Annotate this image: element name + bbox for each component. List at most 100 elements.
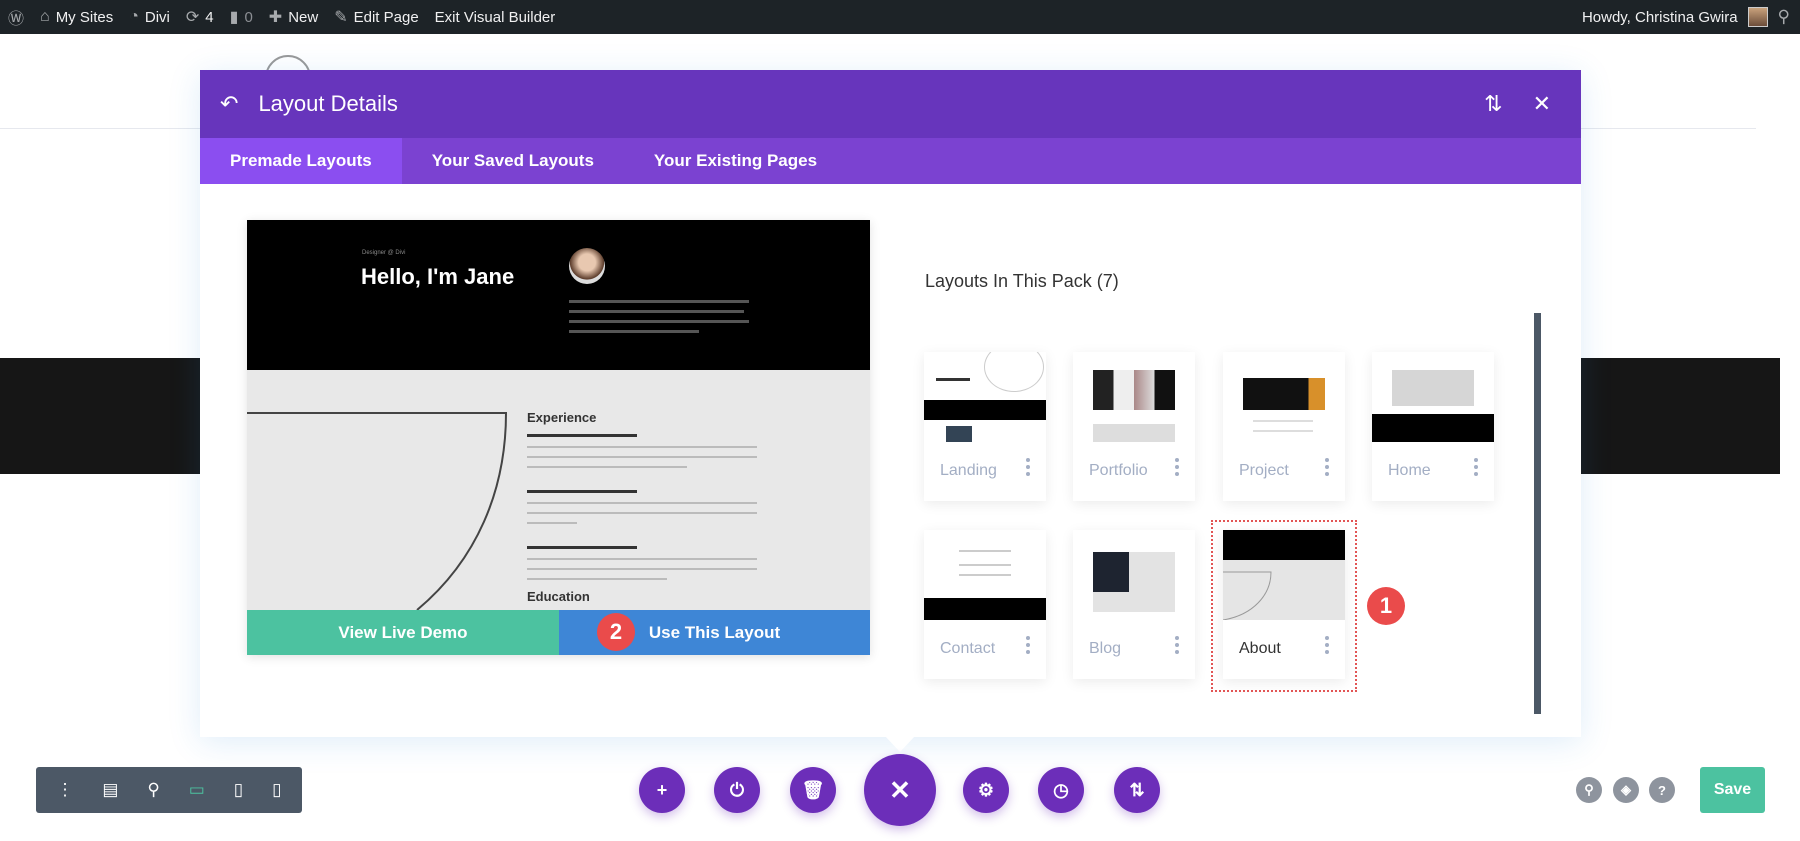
clock-icon: ◷	[1053, 779, 1069, 800]
layers-icon: ◈	[1621, 782, 1631, 797]
layout-card-label: Contact	[940, 640, 996, 657]
layers-button[interactable]: ◈	[1613, 777, 1639, 803]
phone-icon[interactable]: ▯	[272, 780, 281, 800]
use-this-layout-label: Use This Layout	[648, 622, 781, 642]
preview-text-line	[527, 568, 757, 570]
preview-text-line	[527, 446, 757, 448]
close-settings-button[interactable]: ✕	[864, 754, 936, 826]
close-icon[interactable]: ✕	[1533, 91, 1551, 117]
preview-education: Education	[527, 589, 590, 604]
wordpress-logo[interactable]: Ⓦ	[0, 0, 32, 34]
preview-text-line	[527, 512, 757, 514]
save-button[interactable]: Save	[1700, 767, 1765, 813]
preview-text-line	[527, 502, 757, 504]
search-icon[interactable]: ⚲	[1778, 7, 1790, 27]
wireframe-icon[interactable]: ▤	[102, 780, 118, 800]
my-sites-link[interactable]: ⌂ My Sites	[32, 0, 121, 34]
layout-thumbnail	[1073, 352, 1195, 442]
view-live-demo-button[interactable]: View Live Demo	[247, 610, 559, 655]
back-icon[interactable]: ↶	[220, 91, 238, 117]
search-icon: ⚲	[1584, 782, 1594, 797]
more-options-icon[interactable]	[1474, 458, 1478, 476]
zoom-icon[interactable]: ⚲	[147, 780, 159, 800]
more-options-icon[interactable]	[1175, 636, 1179, 654]
portability-arrows-button[interactable]: ⇅	[1114, 767, 1160, 813]
updates-link[interactable]: ⟳ 4	[178, 0, 222, 34]
tab-premade-layouts[interactable]: Premade Layouts	[200, 138, 402, 184]
desktop-icon[interactable]: ▭	[189, 780, 205, 800]
modal-tabs: Premade Layouts Your Saved Layouts Your …	[200, 138, 1581, 184]
more-options-icon[interactable]	[1175, 458, 1179, 476]
clear-layout-button[interactable]: 🗑	[790, 767, 836, 813]
gear-icon: ⚙	[977, 779, 995, 800]
tab-saved-layouts[interactable]: Your Saved Layouts	[402, 138, 624, 184]
layout-thumbnail	[1372, 352, 1494, 442]
sort-arrows-icon: ⇅	[1129, 779, 1145, 800]
layout-card-label: Portfolio	[1089, 462, 1148, 479]
use-this-layout-button[interactable]: 2 Use This Layout	[559, 610, 870, 655]
layout-card-blog[interactable]: Blog	[1073, 530, 1195, 679]
layout-card-portfolio[interactable]: Portfolio	[1073, 352, 1195, 501]
preview-subhead	[527, 546, 637, 549]
preview-text-line	[527, 558, 757, 560]
more-options-icon[interactable]	[1026, 458, 1030, 476]
plus-icon: ✚	[268, 9, 283, 26]
preview-text-line	[569, 310, 744, 313]
search-button[interactable]: ⚲	[1576, 777, 1602, 803]
preview-subhead	[527, 434, 637, 437]
new-link[interactable]: ✚ New	[261, 0, 326, 34]
preview-designer-text: Designer @ Divi	[362, 250, 406, 256]
divi-link[interactable]: ◔ Divi	[121, 0, 178, 34]
preview-text-line	[569, 330, 699, 333]
view-mode-toolbar: ⋮ ▤ ⚲ ▭ ▯ ▯	[36, 767, 302, 813]
layout-card-label: Landing	[940, 462, 997, 479]
layout-card-landing[interactable]: Landing	[924, 352, 1046, 501]
portability-button[interactable]: ⏻	[714, 767, 760, 813]
more-options-icon[interactable]	[1325, 458, 1329, 476]
more-options-icon[interactable]	[1026, 636, 1030, 654]
modal-header: ↶ Layout Details ⇅ ✕	[200, 70, 1581, 138]
preview-photo	[569, 248, 605, 284]
pack-title: Layouts In This Pack (7)	[925, 271, 1119, 291]
sort-arrows-icon[interactable]: ⇅	[1484, 91, 1502, 117]
help-icon: ?	[1658, 782, 1666, 798]
avatar[interactable]	[1747, 7, 1768, 27]
modal-pointer	[885, 736, 915, 752]
preview-hero	[247, 220, 870, 370]
preview-heading: Hello, I'm Jane	[361, 264, 515, 289]
exit-visual-builder-link[interactable]: Exit Visual Builder	[427, 0, 564, 34]
step-badge-1: 1	[1367, 587, 1405, 625]
layout-card-label: Project	[1239, 462, 1289, 479]
layout-thumbnail	[924, 352, 1046, 442]
tab-existing-pages[interactable]: Your Existing Pages	[624, 138, 847, 184]
preview-text-line	[527, 578, 667, 580]
trash-icon: 🗑	[801, 779, 825, 800]
power-icon: ⏻	[729, 779, 745, 800]
more-options-icon[interactable]: ⋮	[56, 780, 73, 800]
preview-subhead	[527, 490, 637, 493]
layout-card-home[interactable]: Home	[1372, 352, 1494, 501]
refresh-icon: ⟳	[185, 9, 200, 26]
add-button[interactable]: +	[639, 767, 685, 813]
layout-card-contact[interactable]: Contact	[924, 530, 1046, 679]
layout-card-project[interactable]: Project	[1223, 352, 1345, 501]
layout-card-label: Home	[1388, 462, 1431, 479]
admin-bar: Ⓦ ⌂ My Sites ◔ Divi ⟳ 4 ▮ 0 ✚ New ✎ Edit Page …	[0, 0, 1800, 34]
layout-thumbnail	[1223, 352, 1345, 442]
help-button[interactable]: ?	[1649, 777, 1675, 803]
layout-preview: Designer @ Divi Hello, I'm Jane Experien…	[247, 220, 870, 655]
edit-page-link[interactable]: ✎ Edit Page	[326, 0, 426, 34]
scrollbar[interactable]	[1534, 313, 1541, 714]
comments-link[interactable]: ▮ 0	[222, 0, 261, 34]
history-button[interactable]: ◷	[1038, 767, 1084, 813]
step-badge-2: 2	[597, 613, 635, 651]
selected-layout-outline	[1211, 520, 1357, 692]
tablet-icon[interactable]: ▯	[234, 780, 243, 800]
comment-icon: ▮	[229, 9, 239, 26]
page-settings-button[interactable]: ⚙	[963, 767, 1009, 813]
howdy-user[interactable]: Howdy, Christina Gwira	[1582, 9, 1738, 26]
dashboard-icon: ◔	[129, 8, 139, 25]
layout-card-label: Blog	[1089, 640, 1122, 657]
wordpress-icon: Ⓦ	[8, 11, 25, 28]
page-dark-section	[0, 358, 200, 474]
